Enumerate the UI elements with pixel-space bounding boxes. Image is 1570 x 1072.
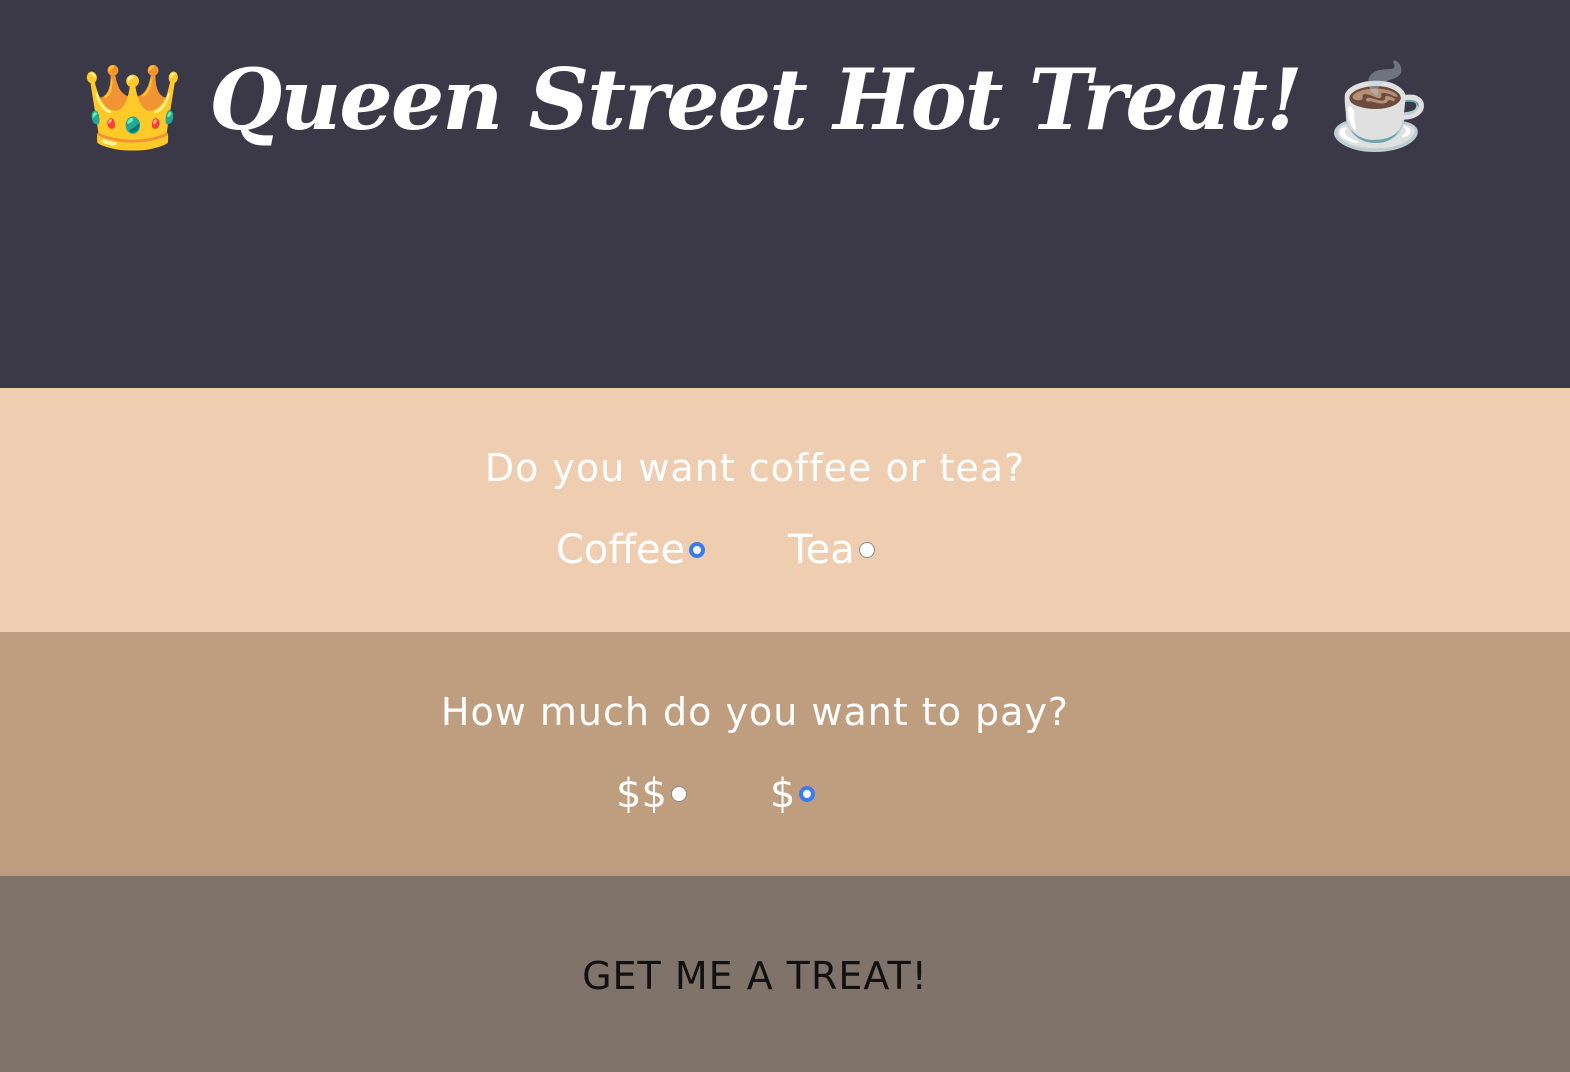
coffee-option[interactable]: Coffee xyxy=(556,526,706,574)
drink-question: Do you want coffee or tea? xyxy=(484,446,1026,490)
price-low-option[interactable]: $ xyxy=(770,770,816,818)
coffee-label: Coffee xyxy=(556,527,686,573)
crown-icon: 👑 xyxy=(81,59,184,155)
price-choice-section: How much do you want to pay? $$ $ xyxy=(0,632,1570,876)
hot-beverage-icon: ☕ xyxy=(1328,59,1430,155)
title-text: Queen Street Hot Treat! xyxy=(209,50,1303,149)
page-title: 👑 Queen Street Hot Treat! ☕ xyxy=(0,40,1510,167)
submit-section: GET ME A TREAT! xyxy=(0,876,1570,1072)
tea-option[interactable]: Tea xyxy=(788,526,875,574)
price-low-label: $ xyxy=(770,771,796,817)
header-banner: 👑 Queen Street Hot Treat! ☕ xyxy=(0,0,1570,388)
price-low-radio[interactable] xyxy=(799,786,816,802)
drink-choice-section: Do you want coffee or tea? Coffee Tea xyxy=(0,388,1570,632)
page: 👑 Queen Street Hot Treat! ☕ Do you want … xyxy=(0,0,1570,1072)
price-high-label: $$ xyxy=(616,771,667,817)
get-treat-button[interactable]: GET ME A TREAT! xyxy=(0,954,1510,998)
tea-label: Tea xyxy=(788,527,855,573)
tea-radio[interactable] xyxy=(858,542,875,558)
price-high-radio[interactable] xyxy=(670,786,687,802)
price-high-option[interactable]: $$ xyxy=(616,770,687,818)
price-question: How much do you want to pay? xyxy=(440,690,1070,734)
coffee-radio[interactable] xyxy=(689,542,706,558)
